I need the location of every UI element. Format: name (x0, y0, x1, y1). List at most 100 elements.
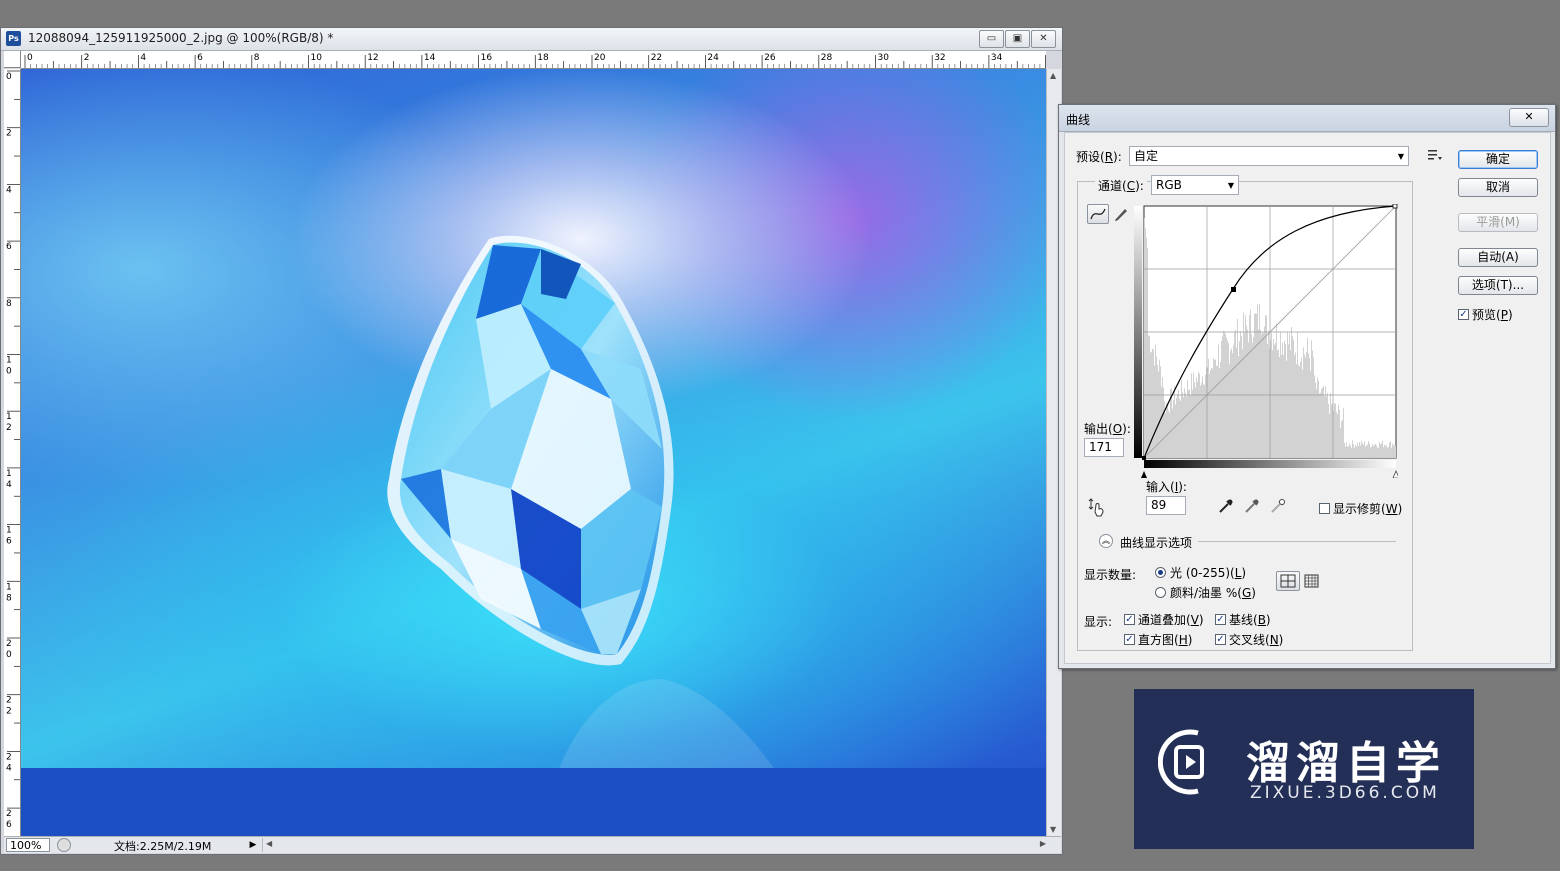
channel-dropdown[interactable]: RGB ▼ (1151, 175, 1239, 195)
ruler-label: 8 (6, 299, 12, 309)
image-canvas[interactable] (21, 69, 1046, 836)
dialog-close-button[interactable]: ✕ (1509, 108, 1549, 127)
histogram-bar (1278, 349, 1279, 458)
histogram-bar (1359, 442, 1360, 458)
histogram-bar (1266, 315, 1267, 458)
ruler-origin[interactable] (4, 51, 21, 68)
histogram-bar (1236, 347, 1237, 458)
white-point-slider[interactable] (1392, 469, 1400, 479)
document-titlebar[interactable]: Ps 12088094_125911925000_2.jpg @ 100%(RG… (1, 28, 1062, 51)
zoom-level-field[interactable]: 100% (6, 838, 50, 852)
histogram-bar (1391, 447, 1392, 458)
preset-dropdown[interactable]: 自定 ▼ (1129, 146, 1409, 166)
histogram-bar (1292, 336, 1293, 458)
curves-dialog-titlebar[interactable]: 曲线 ✕ (1059, 105, 1555, 132)
histogram-checkbox[interactable]: ✓ (1124, 634, 1135, 645)
ruler-label: 30 (878, 53, 890, 63)
histogram-bar (1325, 386, 1326, 458)
baseline-checkbox[interactable]: ✓ (1215, 614, 1226, 625)
histogram-bar (1244, 332, 1245, 458)
histogram-bar (1330, 392, 1331, 458)
light-radio[interactable] (1155, 567, 1166, 578)
histogram-bar (1294, 355, 1295, 458)
histogram-bar (1372, 444, 1373, 458)
ruler-label: 2 (6, 809, 12, 819)
curve-endpoint-white[interactable] (1392, 203, 1398, 209)
horizontal-scrollbar[interactable]: ◀ ▶ (262, 838, 1049, 852)
curve-endpoint-black[interactable] (1142, 456, 1146, 460)
curves-dialog-body: 预设(R): 自定 ▼ 通道(C): RGB ▼ 输出(O): 171 输入(I… (1064, 132, 1551, 664)
eyedropper-white-icon[interactable] (1269, 497, 1287, 515)
ruler-label: 26 (764, 53, 776, 63)
histogram-bar (1243, 312, 1244, 458)
status-bar: 100% 文档:2.25M/2.19M ▶ ◀ ▶ (4, 836, 1061, 853)
scroll-down-arrow-icon[interactable]: ▼ (1050, 825, 1056, 834)
histogram-bar (1275, 342, 1276, 458)
histogram-bar (1248, 342, 1249, 458)
histogram-bar (1358, 446, 1359, 458)
scroll-right-arrow-icon[interactable]: ▶ (1040, 839, 1046, 848)
preview-checkbox[interactable]: ✓ (1458, 309, 1469, 320)
input-field[interactable]: 89 (1146, 496, 1186, 515)
intersection-checkbox[interactable]: ✓ (1215, 634, 1226, 645)
minimize-button[interactable]: ▭ (979, 30, 1004, 48)
ok-button[interactable]: 确定 (1458, 150, 1538, 169)
pencil-icon[interactable] (1112, 205, 1130, 223)
histogram-bar (1254, 313, 1255, 458)
hand-adjust-icon[interactable] (1087, 497, 1107, 517)
histogram-bar (1361, 440, 1362, 458)
scroll-up-arrow-icon[interactable]: ▲ (1050, 71, 1056, 80)
histogram-bar (1193, 372, 1194, 458)
histogram-bar (1257, 304, 1258, 458)
restore-button[interactable]: ▣ (1005, 30, 1030, 48)
histogram-bar (1310, 370, 1311, 458)
histogram-bar (1349, 443, 1350, 458)
vertical-ruler[interactable]: 02468101214161820222426 (4, 69, 21, 836)
histogram-bar (1209, 373, 1210, 458)
histogram-bar (1386, 444, 1387, 458)
show-clipping-checkbox[interactable] (1319, 503, 1330, 514)
histogram-bar (1161, 386, 1162, 458)
eyedropper-black-icon[interactable] (1217, 497, 1235, 515)
preset-options-icon[interactable] (1427, 148, 1443, 162)
cancel-button[interactable]: 取消 (1458, 178, 1538, 197)
status-info-icon[interactable] (57, 838, 71, 852)
ruler-label: 2 (6, 752, 12, 762)
document-title: 12088094_125911925000_2.jpg @ 100%(RGB/8… (28, 31, 334, 45)
histogram-bar (1307, 337, 1308, 458)
pigment-radio[interactable] (1155, 587, 1166, 598)
histogram-bar (1177, 393, 1178, 458)
histogram-bar (1274, 344, 1275, 458)
ruler-label: 20 (594, 53, 606, 63)
curve-control-point[interactable] (1231, 287, 1236, 292)
smooth-button[interactable]: 平滑(M) (1458, 213, 1538, 232)
watermark-brand: 溜溜自学 (1246, 738, 1446, 789)
histogram-bar (1383, 447, 1384, 458)
collapse-options-icon[interactable]: ︽ (1099, 534, 1113, 548)
histogram-bar (1376, 445, 1377, 458)
histogram-bar (1355, 444, 1356, 458)
histogram-bar (1148, 335, 1149, 458)
curve-point-icon[interactable] (1087, 204, 1109, 224)
ruler-label: 1 (6, 582, 12, 592)
grid-4x4-icon[interactable] (1276, 571, 1300, 591)
curves-graph[interactable] (1134, 203, 1400, 479)
histogram-bar (1317, 377, 1318, 458)
histogram-bar (1268, 330, 1269, 458)
output-field[interactable]: 171 (1084, 438, 1124, 457)
status-menu-arrow-icon[interactable]: ▶ (247, 838, 259, 852)
histogram-bar (1226, 337, 1227, 458)
horizontal-ruler[interactable]: 0 2 4 6 8 10 12 14 16 18 20 22 24 26 28 30 32 34 (21, 51, 1046, 69)
histogram-bar (1321, 388, 1322, 458)
black-point-slider[interactable] (1141, 471, 1147, 478)
ruler-label: 28 (821, 53, 833, 63)
close-button[interactable]: ✕ (1031, 30, 1056, 48)
grid-10x10-icon[interactable] (1304, 574, 1320, 588)
eyedropper-gray-icon[interactable] (1243, 497, 1261, 515)
channel-overlay-checkbox[interactable]: ✓ (1124, 614, 1135, 625)
options-button[interactable]: 选项(T)... (1458, 276, 1538, 295)
auto-button[interactable]: 自动(A) (1458, 248, 1538, 267)
histogram-bar (1329, 414, 1330, 458)
histogram-bar (1249, 314, 1250, 458)
scroll-left-arrow-icon[interactable]: ◀ (266, 839, 272, 848)
